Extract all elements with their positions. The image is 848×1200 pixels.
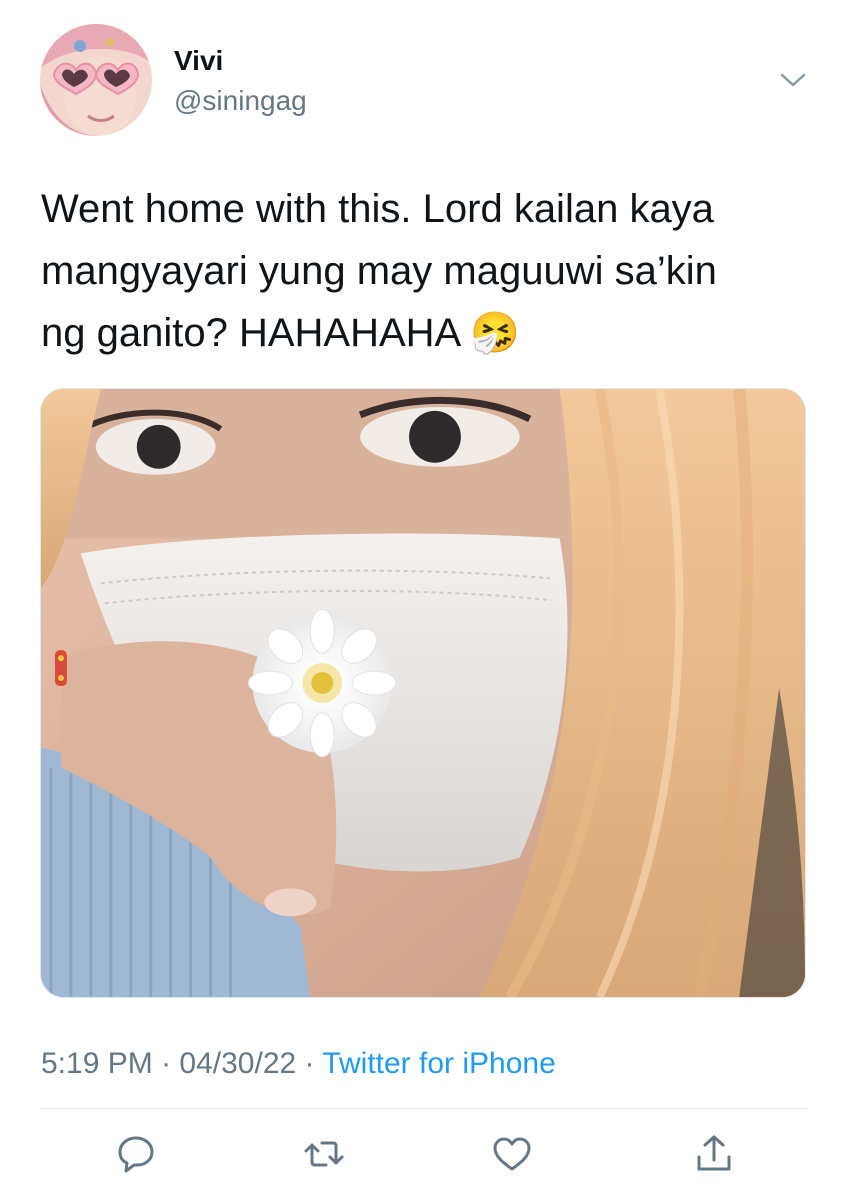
tweet-source-link[interactable]: Twitter for iPhone: [322, 1047, 555, 1080]
author-handle[interactable]: @siningag: [174, 84, 307, 118]
divider: [40, 1108, 808, 1109]
tweet-time: 5:19 PM: [41, 1047, 153, 1080]
tweet-text: Went home with this. Lord kailan kaya ma…: [41, 187, 717, 355]
chevron-down-icon[interactable]: [778, 68, 808, 92]
avatar-image: [40, 24, 152, 136]
retweet-icon[interactable]: [302, 1132, 346, 1176]
heart-icon[interactable]: [490, 1132, 534, 1176]
share-icon[interactable]: [692, 1132, 736, 1176]
meta-separator: ·: [296, 1047, 323, 1080]
tweet-photo[interactable]: [40, 388, 806, 998]
tweet-meta: 5:19 PM · 04/30/22 · Twitter for iPhone: [41, 1044, 556, 1084]
avatar[interactable]: [40, 24, 152, 136]
meta-separator: ·: [152, 1047, 180, 1080]
reply-icon[interactable]: [114, 1132, 158, 1176]
tweet-date: 04/30/22: [179, 1047, 297, 1080]
author-display-name[interactable]: Vivi: [174, 44, 223, 78]
